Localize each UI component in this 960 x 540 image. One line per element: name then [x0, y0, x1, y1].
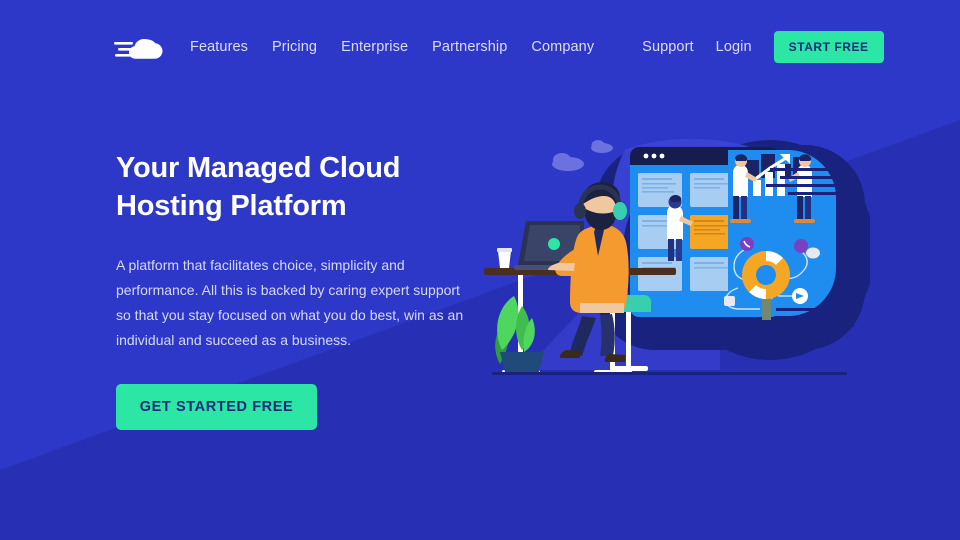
nav-link-company[interactable]: Company	[531, 39, 594, 55]
hero-text-block: Your Managed Cloud Hosting Platform A pl…	[116, 150, 496, 430]
analytics-panel	[724, 150, 836, 320]
chat-badge-icon	[794, 239, 808, 253]
get-started-free-button[interactable]: GET STARTED FREE	[116, 383, 317, 430]
nav-link-login[interactable]: Login	[716, 39, 752, 55]
page-title: Your Managed Cloud Hosting Platform	[116, 150, 496, 226]
nav-links-secondary: Support Login START FREE	[642, 31, 884, 63]
nav-link-support[interactable]: Support	[642, 39, 694, 55]
start-free-button[interactable]: START FREE	[773, 31, 884, 63]
note-badge-icon	[724, 296, 735, 306]
headline-line-1: Your Managed Cloud	[116, 152, 401, 184]
page-root: Features Pricing Enterprise Partnership …	[0, 0, 960, 540]
nav-links-primary: Features Pricing Enterprise Partnership …	[190, 39, 618, 55]
phone-badge-icon	[740, 237, 754, 251]
nav-link-partnership[interactable]: Partnership	[432, 39, 507, 55]
managed-cloud-hosting-illustration	[484, 138, 870, 375]
ground-line	[492, 372, 847, 375]
cloud-speed-logo[interactable]	[114, 32, 172, 62]
headline-line-2: Hosting Platform	[116, 189, 347, 222]
cloud-decoration-icon	[552, 140, 613, 171]
hero-subtext: A platform that facilitates choice, simp…	[116, 256, 464, 348]
nav-link-enterprise[interactable]: Enterprise	[341, 39, 408, 55]
main-navigation: Features Pricing Enterprise Partnership …	[0, 0, 960, 94]
coffee-cup-icon	[497, 248, 512, 268]
nav-link-pricing[interactable]: Pricing	[272, 39, 317, 55]
nav-link-features[interactable]: Features	[190, 39, 248, 55]
